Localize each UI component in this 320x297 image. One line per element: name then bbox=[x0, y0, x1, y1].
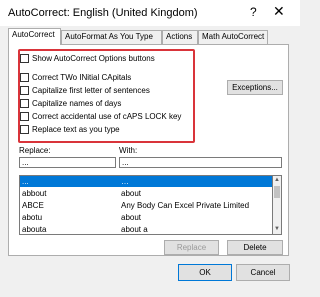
ok-button[interactable]: OK bbox=[178, 264, 232, 281]
replace-text-label: Replace text as you type bbox=[32, 125, 120, 134]
replace-button[interactable]: Replace bbox=[164, 240, 219, 255]
names-of-days-label: Capitalize names of days bbox=[32, 99, 122, 108]
tab-autocorrect[interactable]: AutoCorrect bbox=[8, 28, 61, 45]
caps-lock-label: Correct accidental use of cAPS LOCK key bbox=[32, 112, 182, 121]
entry-with: … bbox=[121, 177, 129, 186]
entry-replace: abouta bbox=[22, 225, 47, 234]
replace-text-checkbox[interactable] bbox=[20, 125, 29, 134]
entry-replace: ... bbox=[22, 177, 29, 186]
caps-lock-checkbox[interactable] bbox=[20, 112, 29, 121]
entry-with: about bbox=[121, 189, 142, 198]
cancel-button[interactable]: Cancel bbox=[236, 264, 290, 281]
list-item[interactable]: abotu about bbox=[20, 212, 272, 223]
delete-button[interactable]: Delete bbox=[227, 240, 283, 255]
entry-replace: abbout bbox=[22, 189, 47, 198]
list-item[interactable]: ... … bbox=[20, 176, 272, 187]
help-button[interactable]: ? bbox=[250, 5, 257, 19]
with-input[interactable]: ... bbox=[119, 157, 282, 168]
replace-label: Replace: bbox=[19, 146, 51, 155]
autocorrect-entries-list[interactable]: ... … abbout about ABCE Any Body Can Exc… bbox=[19, 175, 273, 235]
show-options-buttons-option[interactable]: Show AutoCorrect Options buttons bbox=[20, 53, 155, 64]
entry-with: about bbox=[121, 213, 142, 222]
entry-replace: abotu bbox=[22, 213, 43, 222]
show-options-buttons-checkbox[interactable] bbox=[20, 54, 29, 63]
replace-text-option[interactable]: Replace text as you type bbox=[20, 124, 120, 135]
tab-autoformat-as-you-type[interactable]: AutoFormat As You Type bbox=[61, 30, 162, 44]
tab-actions[interactable]: Actions bbox=[162, 30, 198, 44]
two-initial-caps-option[interactable]: Correct TWo INitial CApitals bbox=[20, 72, 131, 83]
list-item[interactable]: abouta about a bbox=[20, 224, 272, 234]
close-button[interactable]: ✕ bbox=[273, 3, 285, 20]
replace-input[interactable]: ... bbox=[19, 157, 116, 168]
two-initial-caps-checkbox[interactable] bbox=[20, 73, 29, 82]
caps-lock-option[interactable]: Correct accidental use of cAPS LOCK key bbox=[20, 111, 181, 122]
names-of-days-option[interactable]: Capitalize names of days bbox=[20, 98, 121, 109]
window-title: AutoCorrect: English (United Kingdom) bbox=[8, 7, 198, 19]
with-label: With: bbox=[119, 146, 138, 155]
list-scrollbar[interactable]: ▲ ▼ bbox=[273, 175, 282, 235]
first-letter-sentences-checkbox[interactable] bbox=[20, 86, 29, 95]
exceptions-button[interactable]: Exceptions... bbox=[227, 80, 283, 95]
list-item[interactable]: ABCE Any Body Can Excel Private Limited bbox=[20, 200, 272, 211]
autocorrect-panel: Show AutoCorrect Options buttons Correct… bbox=[8, 44, 289, 256]
names-of-days-checkbox[interactable] bbox=[20, 99, 29, 108]
entry-replace: ABCE bbox=[22, 201, 44, 210]
show-options-buttons-label: Show AutoCorrect Options buttons bbox=[32, 54, 155, 63]
title-bar: AutoCorrect: English (United Kingdom) ? … bbox=[0, 0, 300, 26]
first-letter-sentences-label: Capitalize first letter of sentences bbox=[32, 86, 150, 95]
scroll-up-icon[interactable]: ▲ bbox=[273, 176, 281, 185]
tab-math-autocorrect[interactable]: Math AutoCorrect bbox=[198, 30, 268, 44]
scroll-down-icon[interactable]: ▼ bbox=[273, 225, 281, 234]
list-item[interactable]: abbout about bbox=[20, 188, 272, 199]
entry-with: about a bbox=[121, 225, 148, 234]
first-letter-sentences-option[interactable]: Capitalize first letter of sentences bbox=[20, 85, 150, 96]
two-initial-caps-label: Correct TWo INitial CApitals bbox=[32, 73, 132, 82]
scroll-thumb[interactable] bbox=[274, 186, 280, 198]
entry-with: Any Body Can Excel Private Limited bbox=[121, 201, 250, 210]
